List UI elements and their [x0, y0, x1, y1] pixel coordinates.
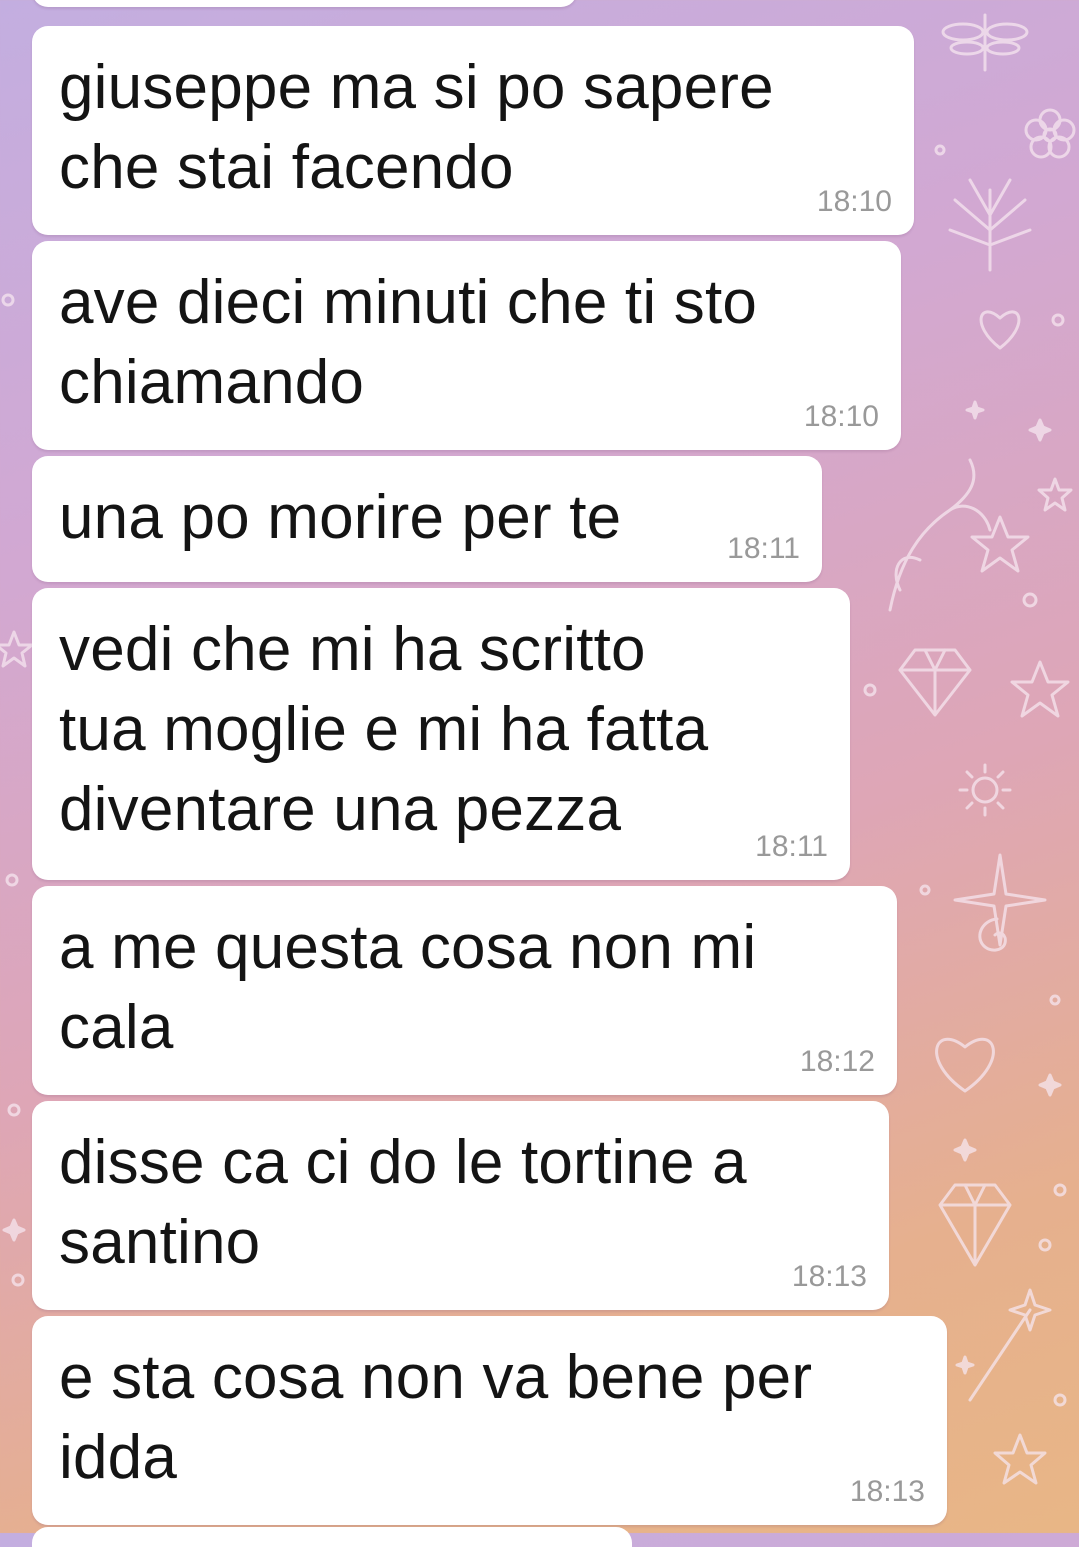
message-bubble[interactable]: ave dieci minuti che ti sto chiamando 18…	[32, 241, 901, 450]
message-bubble[interactable]: giuseppe ma si po sapere che stai facend…	[32, 26, 914, 235]
next-message-bubble	[32, 1527, 632, 1547]
message-bubble[interactable]: una po morire per te 18:11	[32, 456, 822, 582]
message-time: 18:10	[803, 400, 879, 433]
message-time: 18:13	[849, 1475, 925, 1508]
previous-message-bubble	[32, 0, 577, 7]
chat-message-list[interactable]: giuseppe ma si po sapere che stai facend…	[0, 0, 1079, 1547]
message-bubble[interactable]: e sta cosa non va bene per idda 18:13	[32, 1316, 947, 1525]
message-bubble[interactable]: a me questa cosa non mi cala 18:12	[32, 886, 897, 1095]
message-bubble[interactable]: vedi che mi ha scritto tua moglie e mi h…	[32, 588, 850, 880]
message-text: ave dieci minuti che ti sto chiamando	[59, 268, 758, 417]
message-time: 18:11	[727, 532, 800, 565]
message-text: giuseppe ma si po sapere che stai facend…	[59, 53, 774, 202]
message-bubble[interactable]: disse ca ci do le tortine a santino 18:1…	[32, 1101, 889, 1310]
message-text: una po morire per te	[59, 483, 622, 552]
message-time: 18:10	[816, 185, 892, 218]
message-text: vedi che mi ha scritto tua moglie e mi h…	[59, 615, 709, 844]
message-text: disse ca ci do le tortine a santino	[59, 1128, 747, 1277]
message-text: e sta cosa non va bene per idda	[59, 1343, 813, 1492]
message-text: a me questa cosa non mi cala	[59, 913, 757, 1062]
message-time: 18:11	[755, 830, 828, 863]
message-time: 18:12	[799, 1045, 875, 1078]
message-time: 18:13	[791, 1260, 867, 1293]
